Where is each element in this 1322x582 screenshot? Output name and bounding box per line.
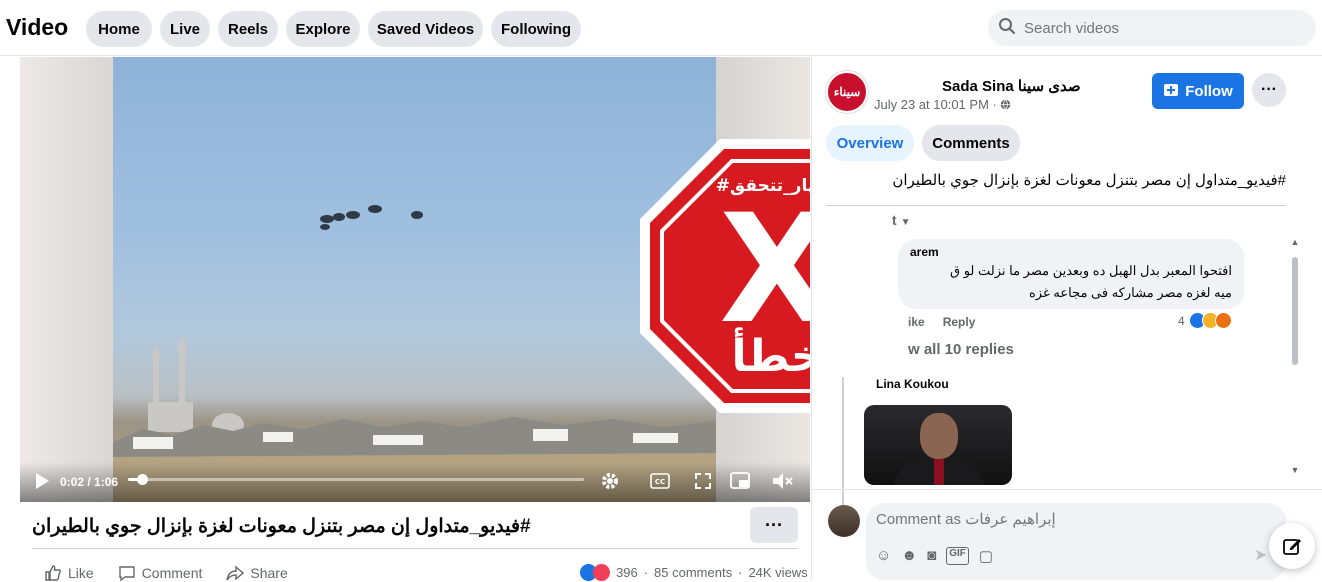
settings-icon[interactable]: [600, 471, 620, 494]
comment-composer: ☺ ☻ ◙ GIF ▢ ➤: [866, 503, 1286, 580]
nav-live[interactable]: Live: [160, 11, 210, 47]
play-icon[interactable]: [34, 472, 50, 493]
share-label: Share: [250, 565, 288, 581]
gif-icon[interactable]: GIF: [946, 547, 969, 565]
progress-knob[interactable]: [136, 474, 148, 485]
comment-meta: ike Reply: [908, 315, 975, 329]
nav-saved-videos[interactable]: Saved Videos: [368, 11, 483, 47]
tab-overview[interactable]: Overview: [826, 125, 914, 161]
like-button[interactable]: Like: [44, 564, 94, 582]
send-icon[interactable]: ➤: [1254, 545, 1267, 565]
nav-home[interactable]: Home: [86, 11, 152, 47]
video-blur-left: [20, 57, 113, 502]
reply-image[interactable]: [864, 405, 1012, 485]
comment-text-line-2: ميه لغزه مصر مشاركه فى مجاعه غزه: [1029, 285, 1232, 300]
comment-sort-dropdown[interactable]: t ▼: [892, 212, 910, 228]
comment-bubble: arem افتحوا المعبر بدل الهبل ده وبعدين م…: [898, 239, 1244, 309]
captions-icon[interactable]: CC: [650, 473, 670, 492]
reactions-count[interactable]: 396: [616, 565, 638, 580]
comment-author[interactable]: arem: [910, 245, 1232, 259]
share-icon: [226, 565, 245, 581]
edit-icon: [1283, 539, 1301, 555]
post-time[interactable]: July 23 at 10:01 PM ·: [874, 97, 1011, 112]
angry-reaction-icon: [1214, 312, 1232, 329]
like-icon: [45, 565, 61, 581]
miniplayer-icon[interactable]: [730, 472, 750, 493]
comment-input[interactable]: [876, 511, 1256, 528]
nav-following[interactable]: Following: [491, 11, 581, 47]
page-name[interactable]: Sada Sina صدى سينا: [942, 77, 1081, 95]
panel-more-button[interactable]: ···: [1252, 73, 1286, 107]
nav-explore[interactable]: Explore: [286, 11, 360, 47]
search-box[interactable]: [988, 10, 1316, 46]
comment-label: Comment: [141, 565, 203, 581]
divider: [32, 548, 798, 549]
comment-button[interactable]: Comment: [118, 564, 203, 582]
comment-icon: [118, 566, 135, 582]
post-actions: Like Comment Share: [44, 564, 288, 582]
tab-comments[interactable]: Comments: [922, 125, 1020, 161]
follow-button[interactable]: Follow: [1152, 73, 1244, 109]
views-count: 24K views: [748, 565, 808, 580]
comment-reactions[interactable]: 4: [1178, 312, 1232, 329]
comment-reply-link[interactable]: Reply: [943, 315, 976, 329]
comments-count[interactable]: 85 comments: [654, 565, 732, 580]
avatar[interactable]: [828, 505, 860, 537]
search-icon: [998, 17, 1016, 40]
new-post-edit-button[interactable]: [1269, 523, 1315, 569]
reply-author[interactable]: Lina Koukou: [876, 377, 949, 391]
video-player[interactable]: #النهار_تتحقق X خطأ 0:02 / 1:06 CC: [20, 57, 810, 502]
time-display: 0:02 / 1:06: [60, 475, 119, 489]
video-post-title: #فيديو_متداول إن مصر بتنزل معونات لغزة ب…: [32, 516, 531, 537]
fullscreen-icon[interactable]: [694, 472, 712, 493]
love-reaction-icon: [593, 564, 610, 581]
mute-icon[interactable]: [772, 472, 794, 493]
fact-check-stop-sign: #النهار_تتحقق X خطأ: [640, 139, 810, 413]
share-button[interactable]: Share: [226, 564, 288, 582]
post-more-button[interactable]: ···: [750, 507, 798, 543]
scrollbar-thumb[interactable]: [1292, 257, 1298, 365]
nav-reels[interactable]: Reels: [218, 11, 278, 47]
divider: [812, 489, 1322, 490]
divider: [826, 205, 1286, 206]
follow-icon: [1163, 81, 1179, 101]
scroll-up-icon[interactable]: ▲: [1290, 237, 1300, 247]
progress-bar[interactable]: [128, 474, 584, 485]
search-input[interactable]: [1024, 19, 1304, 37]
reaction-count: 4: [1178, 313, 1185, 328]
comments-scrollbar[interactable]: ▲ ▼: [1290, 237, 1300, 477]
follow-label: Follow: [1185, 82, 1233, 100]
page-title: Video: [6, 14, 69, 40]
sticker-icon[interactable]: ▢: [979, 547, 993, 565]
video-scene: [113, 205, 716, 502]
like-label: Like: [68, 565, 94, 581]
view-replies-link[interactable]: w all 10 replies: [908, 341, 1014, 358]
comment-text-line-1: افتحوا المعبر بدل الهبل ده وبعدين مصر ما…: [950, 263, 1232, 278]
video-frame: [113, 57, 716, 502]
avatar-sticker-icon[interactable]: ☺: [876, 547, 891, 565]
scroll-down-icon[interactable]: ▼: [1290, 465, 1300, 475]
post-side-panel: سيناء Sada Sina صدى سينا July 23 at 10:0…: [811, 57, 1322, 580]
page-avatar[interactable]: سيناء: [826, 71, 868, 113]
post-caption: #فيديو_متداول إن مصر بتنزل معونات لغزة ب…: [892, 172, 1286, 189]
chevron-down-icon: ▼: [900, 217, 911, 228]
comment-like-link[interactable]: ike: [908, 315, 925, 329]
svg-text:CC: CC: [655, 478, 665, 486]
globe-icon: [1000, 97, 1011, 112]
camera-icon[interactable]: ◙: [927, 547, 936, 565]
emoji-icon[interactable]: ☻: [901, 547, 917, 565]
top-bar: Video Home Live Reels Explore Saved Vide…: [0, 0, 1322, 56]
composer-tools: ☺ ☻ ◙ GIF ▢: [876, 547, 993, 565]
post-stats: 396 · 85 comments · 24K views: [580, 564, 808, 581]
verdict-text: خطأ: [731, 327, 810, 382]
